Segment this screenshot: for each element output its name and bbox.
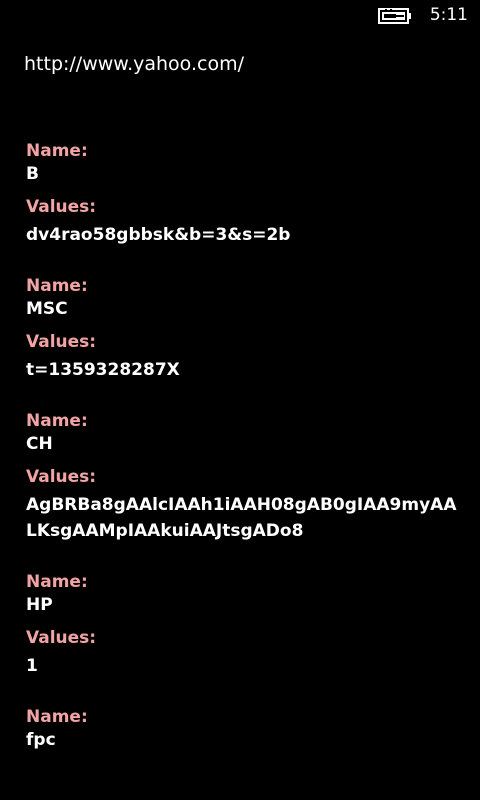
values-label: Values: [26, 628, 97, 648]
cookie-name: fpc [26, 730, 56, 750]
page-url: http://www.yahoo.com/ [24, 53, 244, 75]
status-clock: 5:11 [429, 5, 468, 25]
battery-charging-icon [378, 8, 411, 24]
cookie-item: Name: B Values: dv4rao58gbbsk&b=3&s=2b [26, 141, 466, 248]
name-label: Name: [26, 572, 88, 592]
values-label: Values: [26, 197, 97, 217]
cookie-name: B [26, 164, 39, 184]
values-label: Values: [26, 467, 97, 487]
name-label: Name: [26, 141, 88, 161]
cookie-name: MSC [26, 299, 68, 319]
name-label: Name: [26, 276, 88, 296]
status-bar: 5:11 [0, 0, 480, 32]
name-label: Name: [26, 707, 88, 727]
cookie-name: CH [26, 434, 53, 454]
values-label: Values: [26, 332, 97, 352]
cookie-item: Name: CH Values: AgBRBa8gAAlcIAAh1iAAH08… [26, 411, 466, 544]
name-label: Name: [26, 411, 88, 431]
cookie-item: Name: HP Values: 1 [26, 572, 466, 679]
cookie-values: t=1359328287X [26, 360, 180, 380]
cookie-values: 1 [26, 656, 38, 676]
cookie-values: dv4rao58gbbsk&b=3&s=2b [26, 225, 291, 245]
cookie-item: Name: MSC Values: t=1359328287X [26, 276, 466, 383]
cookie-values: AgBRBa8gAAlcIAAh1iAAH08gAB0gIAA9myAALKsg… [26, 495, 457, 541]
cookie-name: HP [26, 595, 53, 615]
cookie-item: Name: fpc [26, 707, 466, 753]
cookie-list: Name: B Values: dv4rao58gbbsk&b=3&s=2b N… [26, 141, 466, 781]
